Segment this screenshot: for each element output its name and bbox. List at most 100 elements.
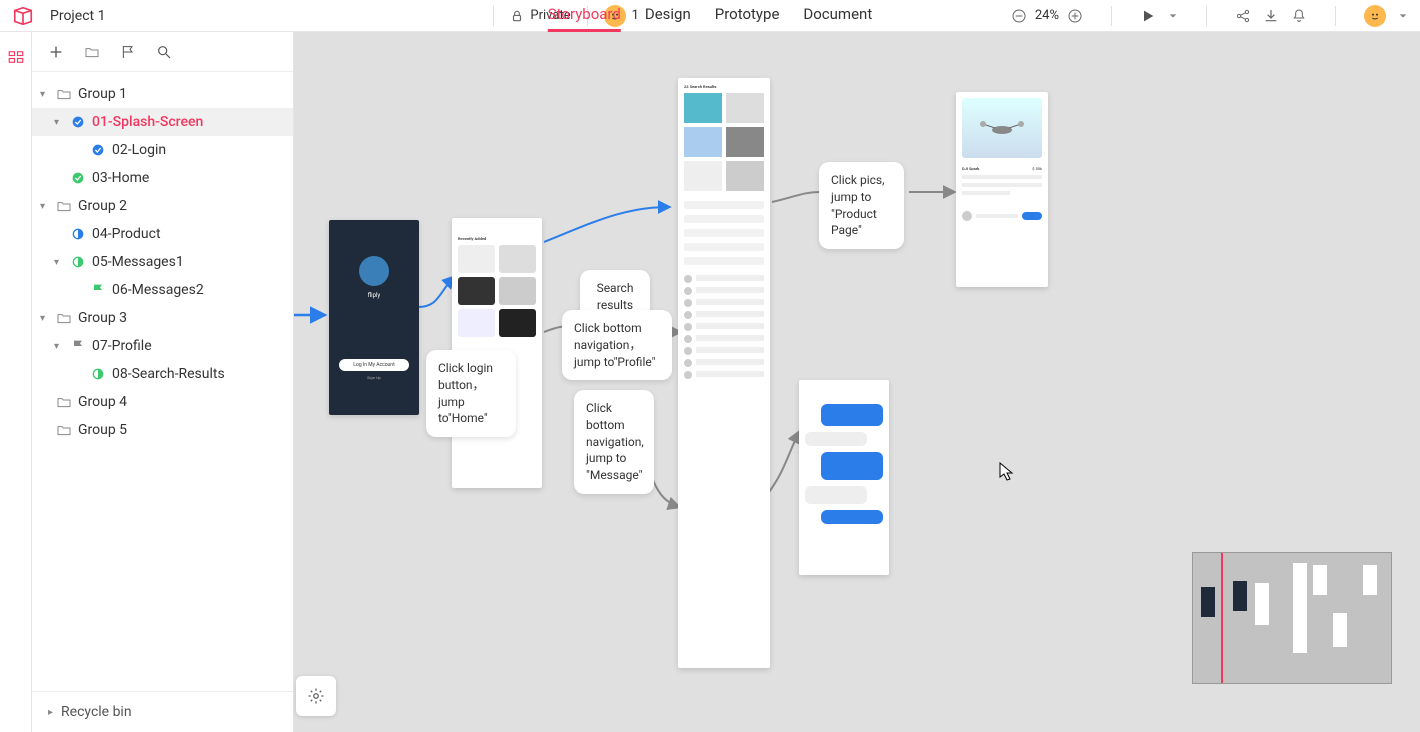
tree-page-profile[interactable]: ▾07-Profile [32, 332, 293, 360]
thumbnail [458, 245, 495, 273]
folder-icon [56, 310, 72, 326]
chat-bubble-received [805, 432, 867, 446]
status-half-green-icon [90, 366, 106, 382]
page-label: 06-Messages2 [112, 282, 204, 298]
message-row [684, 347, 764, 355]
topbar: Project 1 Private 1 Storyboard Design Pr… [0, 0, 1420, 32]
group-label: Group 4 [78, 394, 127, 410]
tree-page-login[interactable]: 02-Login [32, 136, 293, 164]
page-label: 07-Profile [92, 338, 152, 354]
list-item [684, 201, 764, 209]
artboard-product[interactable]: DJI Spark $ 50k [956, 92, 1048, 287]
add-page-icon[interactable] [48, 44, 64, 60]
add-folder-icon[interactable] [84, 44, 100, 60]
storyboard-canvas[interactable]: fliply Log In My Account Sign Up Recentl… [294, 32, 1420, 732]
seller-avatar-icon [962, 211, 972, 221]
zoom-in-icon[interactable] [1067, 8, 1083, 24]
page-label: 02-Login [112, 142, 166, 158]
search-icon[interactable] [156, 44, 172, 60]
tree-group-2[interactable]: ▾Group 2 [32, 192, 293, 220]
tree-group-4[interactable]: Group 4 [32, 388, 293, 416]
minimap[interactable] [1192, 552, 1392, 684]
mini-artboard [1313, 565, 1327, 595]
seller-name [976, 214, 1018, 218]
tree-page-messages2[interactable]: 06-Messages2 [32, 276, 293, 304]
divider [493, 6, 494, 26]
list-item [684, 229, 764, 237]
tree-page-splash[interactable]: ▾01-Splash-Screen [32, 108, 293, 136]
tree-page-home[interactable]: 03-Home [32, 164, 293, 192]
product-price: $ 50k [1032, 166, 1042, 171]
tab-document[interactable]: Document [803, 0, 872, 32]
product-name: DJI Spark [962, 166, 979, 171]
canvas-settings-button[interactable] [296, 676, 336, 716]
text-line [962, 191, 1010, 195]
status-done-icon [70, 114, 86, 130]
artboard-splash[interactable]: fliply Log In My Account Sign Up [329, 220, 419, 415]
sidebar-toolbar [32, 32, 293, 72]
thumbnail [684, 161, 722, 191]
artboard-search-results[interactable]: 23 Search Results [678, 78, 770, 668]
tree-page-product[interactable]: 04-Product [32, 220, 293, 248]
chat-bubble-sent [821, 510, 883, 524]
chat-bubble-sent [821, 452, 883, 480]
page-label: 03-Home [92, 170, 149, 186]
note-product[interactable]: Click pics, jump to "Product Page" [819, 162, 904, 249]
message-row [684, 275, 764, 283]
recycle-bin[interactable]: ▸ Recycle bin [32, 691, 293, 732]
tree-group-5[interactable]: Group 5 [32, 416, 293, 444]
tab-storyboard[interactable]: Storyboard [548, 0, 621, 32]
group-label: Group 5 [78, 422, 127, 438]
flag-green-icon [90, 282, 106, 298]
section-label: Recently Added [458, 236, 536, 241]
viewport-indicator [1221, 553, 1223, 683]
play-icon[interactable] [1140, 8, 1156, 24]
list-item [684, 257, 764, 265]
left-rail [0, 32, 32, 732]
status-approved-icon [70, 170, 86, 186]
thumbnail [499, 309, 536, 337]
page-label: 08-Search-Results [112, 366, 225, 382]
zoom-out-icon[interactable] [1011, 8, 1027, 24]
user-dropdown-icon[interactable] [1398, 11, 1408, 21]
chat-header [805, 386, 883, 398]
group-label: Group 1 [78, 86, 127, 102]
main-tabs: Storyboard Design Prototype Document [548, 0, 872, 32]
tree-page-messages1[interactable]: ▾05-Messages1 [32, 248, 293, 276]
thumbnail [458, 309, 495, 337]
group-label: Group 3 [78, 310, 127, 326]
note-login[interactable]: Click login button，jump to"Home" [426, 350, 516, 437]
divider [1206, 6, 1207, 26]
storyboard-panel-icon[interactable] [7, 48, 25, 66]
thumbnail [726, 161, 764, 191]
share-icon[interactable] [1235, 8, 1251, 24]
flag-gray-icon [70, 338, 86, 354]
play-dropdown-icon[interactable] [1168, 11, 1178, 21]
mini-artboard [1293, 563, 1307, 653]
folder-icon [56, 198, 72, 214]
tab-design[interactable]: Design [645, 0, 691, 32]
note-profile[interactable]: Click bottom navigation，jump to"Profile" [562, 310, 672, 380]
artboard-chat[interactable] [799, 380, 889, 575]
tree-page-search-results[interactable]: 08-Search-Results [32, 360, 293, 388]
message-row [684, 311, 764, 319]
list-item [684, 215, 764, 223]
download-icon[interactable] [1263, 8, 1279, 24]
tree-group-3[interactable]: ▾Group 3 [32, 304, 293, 332]
divider [1335, 6, 1336, 26]
flag-icon[interactable] [120, 44, 136, 60]
zoom-level[interactable]: 24% [1035, 8, 1059, 23]
gear-icon [307, 687, 325, 705]
thumbnail [458, 277, 495, 305]
page-tree-sidebar: ▾Group 1 ▾01-Splash-Screen 02-Login 03-H… [32, 32, 294, 732]
thumbnail [726, 127, 764, 157]
bell-icon[interactable] [1291, 8, 1307, 24]
chat-bubble-sent [821, 404, 883, 426]
user-avatar-icon[interactable] [1364, 5, 1386, 27]
tree-group-1[interactable]: ▾Group 1 [32, 80, 293, 108]
mini-artboard [1233, 581, 1247, 611]
project-name[interactable]: Project 1 [50, 8, 105, 24]
right-controls: 24% [1011, 5, 1408, 27]
note-message[interactable]: Click bottom navigation, jump to "Messag… [574, 390, 654, 494]
tab-prototype[interactable]: Prototype [715, 0, 780, 32]
